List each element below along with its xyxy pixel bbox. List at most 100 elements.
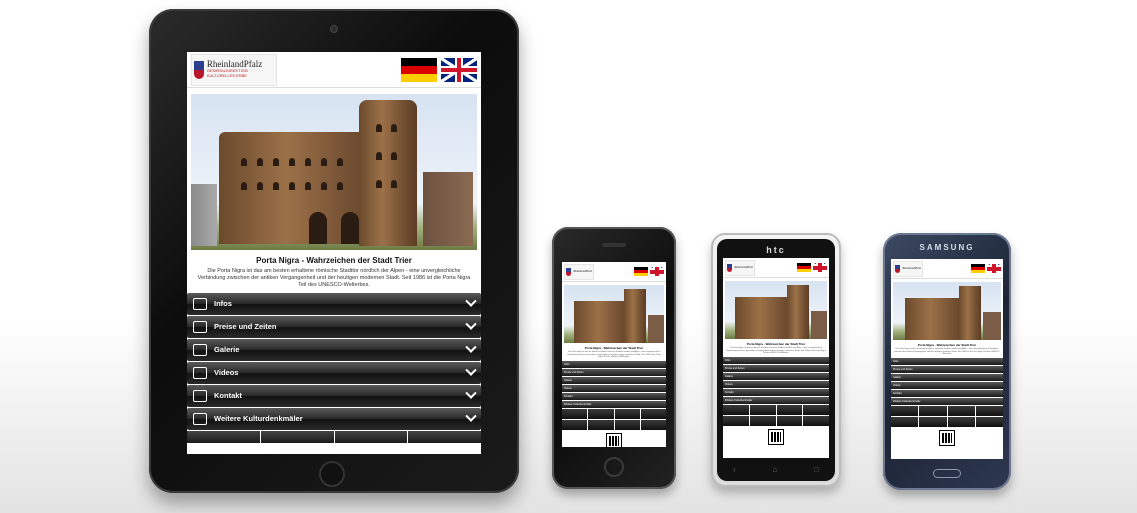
tile-button[interactable]	[562, 408, 588, 419]
window	[321, 182, 327, 190]
mini-language-switcher	[971, 264, 1001, 273]
tile-button[interactable]	[947, 405, 975, 416]
chevron-down-icon	[465, 364, 477, 376]
htc-device: htc RheinlandPfalz Porta Nigra - Wahrzei…	[711, 233, 841, 487]
uk-flag-icon[interactable]	[441, 57, 477, 82]
tile-button[interactable]	[975, 405, 1003, 416]
tile-button[interactable]	[776, 415, 803, 426]
video-icon	[193, 366, 207, 379]
german-flag-icon[interactable]	[401, 57, 437, 82]
tile-button[interactable]	[723, 415, 749, 426]
gate-arch	[309, 212, 327, 244]
htc-nav-keys: ‹ ⌂ □	[733, 465, 819, 474]
tile-button[interactable]	[640, 408, 666, 419]
window	[289, 182, 295, 190]
window	[391, 180, 397, 188]
uk-flag-icon[interactable]	[813, 263, 827, 272]
tile-button[interactable]	[975, 416, 1003, 427]
tile-button[interactable]	[588, 419, 614, 430]
tile-button[interactable]	[803, 404, 829, 415]
window	[337, 158, 343, 166]
mini-menu-item-kontakt[interactable]: Kontakt	[562, 392, 666, 400]
tile-button[interactable]	[947, 416, 975, 427]
mini-menu-item-infos[interactable]: Infos	[891, 357, 1003, 365]
chevron-down-icon	[465, 410, 477, 422]
mini-menu-item-kontakt[interactable]: Kontakt	[723, 388, 829, 396]
menu-item-infos[interactable]: Infos	[187, 292, 481, 315]
uk-flag-icon[interactable]	[987, 264, 1001, 273]
tile-button[interactable]	[803, 415, 829, 426]
mini-logo[interactable]: RheinlandPfalz	[564, 263, 594, 280]
menu-item-galerie[interactable]: Galerie	[187, 338, 481, 361]
tile-button[interactable]	[776, 404, 803, 415]
mini-menu-item-preise[interactable]: Preise und Zeiten	[723, 364, 829, 372]
samsung-home-button[interactable]	[933, 469, 961, 478]
window	[273, 158, 279, 166]
tile-button[interactable]	[640, 419, 666, 430]
tile-button[interactable]	[749, 415, 776, 426]
tile-button[interactable]	[919, 405, 947, 416]
tile-button[interactable]	[919, 416, 947, 427]
tile-button[interactable]	[749, 404, 776, 415]
menu-label: Galerie	[214, 345, 240, 355]
back-key-icon[interactable]: ‹	[733, 465, 736, 474]
mini-menu-item-videos[interactable]: Videos	[723, 380, 829, 388]
tile-button[interactable]	[408, 430, 481, 443]
phone-speaker	[602, 243, 626, 247]
mini-menu-item-infos[interactable]: Infos	[562, 360, 666, 368]
mini-app-header: RheinlandPfalz	[723, 258, 829, 278]
mini-menu-item-videos[interactable]: Videos	[891, 381, 1003, 389]
mini-menu-item-weitere[interactable]: Weitere Kulturdenkmäler	[723, 396, 829, 404]
htc-screen: RheinlandPfalz Porta Nigra - Wahrzeichen…	[723, 258, 829, 458]
mini-menu-item-preise[interactable]: Preise und Zeiten	[891, 365, 1003, 373]
uk-flag-icon[interactable]	[650, 267, 664, 276]
home-key-icon[interactable]: ⌂	[772, 465, 777, 474]
tile-button[interactable]	[891, 416, 919, 427]
qr-code-icon	[939, 429, 955, 446]
apps-key-icon[interactable]: □	[814, 465, 819, 474]
page-title: Porta Nigra - Wahrzeichen der Stadt Trie…	[256, 256, 412, 265]
mini-menu-item-infos[interactable]: Infos	[723, 356, 829, 364]
edit-icon	[193, 320, 207, 333]
tile-button[interactable]	[187, 430, 260, 443]
tile-button[interactable]	[334, 430, 408, 443]
menu-item-videos[interactable]: Videos	[187, 361, 481, 384]
samsung-device: SAMSUNG RheinlandPfalz Porta Nigra - Wah…	[883, 233, 1011, 490]
window	[273, 182, 279, 190]
page-description: Die Porta Nigra ist das am besten erhalt…	[197, 268, 471, 288]
german-flag-icon[interactable]	[634, 267, 648, 276]
iphone-home-button[interactable]	[604, 457, 624, 477]
tablet-screen: RheinlandPfalz GENERALDIREKTION KULTUREL…	[187, 52, 481, 454]
window	[257, 182, 263, 190]
rlp-logo[interactable]: RheinlandPfalz GENERALDIREKTION KULTUREL…	[191, 53, 277, 86]
coat-of-arms-icon	[194, 60, 204, 79]
porta-nigra-photo	[191, 94, 477, 250]
mini-menu-item-videos[interactable]: Videos	[562, 384, 666, 392]
menu-item-kontakt[interactable]: Kontakt	[187, 384, 481, 407]
german-flag-icon[interactable]	[971, 264, 985, 273]
mini-menu-item-galerie[interactable]: Galerie	[562, 376, 666, 384]
menu-item-weitere[interactable]: Weitere Kulturdenkmäler	[187, 407, 481, 430]
tile-button[interactable]	[723, 404, 749, 415]
mini-menu-item-galerie[interactable]: Galerie	[891, 373, 1003, 381]
mini-menu-item-galerie[interactable]: Galerie	[723, 372, 829, 380]
coat-of-arms-icon	[895, 264, 900, 273]
tile-button[interactable]	[614, 408, 640, 419]
mini-menu-item-weitere[interactable]: Weitere Kulturdenkmäler	[891, 397, 1003, 405]
tile-button[interactable]	[614, 419, 640, 430]
tile-button[interactable]	[891, 405, 919, 416]
mini-porta-nigra-photo	[725, 281, 827, 339]
mini-menu-item-kontakt[interactable]: Kontakt	[891, 389, 1003, 397]
logo-subtitle: GENERALDIREKTION KULTURELLES ERBE	[206, 68, 248, 78]
german-flag-icon[interactable]	[797, 263, 811, 272]
mini-menu-item-weitere[interactable]: Weitere Kulturdenkmäler	[562, 400, 666, 408]
mini-menu-item-preise[interactable]: Preise und Zeiten	[562, 368, 666, 376]
menu-item-preise[interactable]: Preise und Zeiten	[187, 315, 481, 338]
tablet-home-button[interactable]	[319, 461, 345, 487]
tile-button[interactable]	[260, 430, 334, 443]
mini-language-switcher	[634, 267, 664, 276]
tile-button[interactable]	[562, 419, 588, 430]
mini-logo[interactable]: RheinlandPfalz	[725, 259, 755, 276]
mini-logo[interactable]: RheinlandPfalz	[893, 260, 923, 277]
tile-button[interactable]	[588, 408, 614, 419]
